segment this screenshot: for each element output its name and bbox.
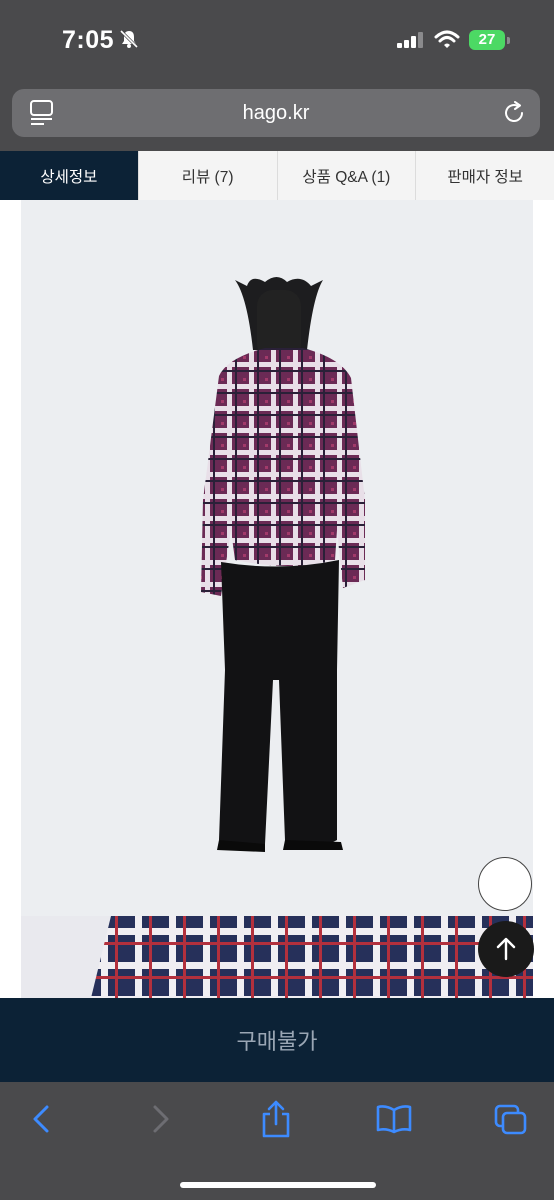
product-photo-back-view (21, 200, 533, 916)
buy-button-label: 구매불가 (236, 1029, 318, 1054)
buy-button[interactable]: 구매불가 (0, 998, 554, 1082)
reload-icon[interactable] (502, 101, 526, 130)
address-bar[interactable]: hago.kr (12, 89, 540, 137)
back-icon[interactable] (30, 1104, 52, 1139)
battery-level: 27 (478, 31, 496, 48)
status-time: 7:05 (62, 26, 115, 54)
tab-detail[interactable]: 상세정보 (0, 151, 139, 200)
battery-cap (507, 37, 510, 44)
tabs-icon[interactable] (494, 1104, 528, 1141)
status-bar: 7:05 27 (0, 0, 554, 80)
share-icon[interactable] (261, 1100, 291, 1143)
signal-icon (397, 32, 425, 53)
bookmarks-icon[interactable] (376, 1104, 412, 1139)
url-text[interactable]: hago.kr (12, 102, 540, 125)
tab-seller-info[interactable]: 판매자 정보 (416, 151, 554, 200)
wifi-icon (434, 30, 460, 55)
product-detail-content (0, 200, 554, 998)
forward-icon[interactable] (150, 1104, 172, 1139)
tab-reviews[interactable]: 리뷰 (7) (139, 151, 278, 200)
floating-circle-button[interactable] (478, 857, 532, 911)
product-photo-fabric-closeup (21, 916, 533, 998)
scroll-top-icon[interactable] (478, 921, 534, 977)
tab-qna[interactable]: 상품 Q&A (1) (278, 151, 417, 200)
battery-icon: 27 (469, 30, 505, 50)
product-tabs: 상세정보 리뷰 (7) 상품 Q&A (1) 판매자 정보 (0, 151, 554, 200)
home-indicator (180, 1182, 376, 1188)
bell-slash-icon (118, 28, 140, 55)
